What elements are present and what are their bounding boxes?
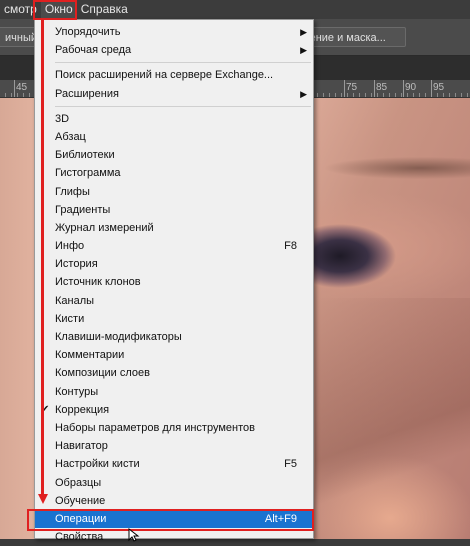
menu-item-label: Библиотеки (55, 149, 115, 162)
annotation-box-window-menu (33, 0, 77, 20)
annotation-arrow-line (41, 20, 44, 494)
window-menu-dropdown: Упорядочить ▶ Рабочая среда ▶ Поиск расш… (34, 19, 314, 543)
menu-item-info[interactable]: Инфо F8 (35, 237, 313, 255)
menu-help[interactable]: Справка (77, 0, 132, 19)
menu-separator (55, 62, 311, 64)
menu-item-libraries[interactable]: Библиотеки (35, 146, 313, 164)
menu-item-label: Упорядочить (55, 26, 121, 38)
menu-item-shortcut: F5 (284, 458, 297, 471)
menu-item-workspace[interactable]: Рабочая среда ▶ (35, 41, 313, 59)
menu-item-label: Абзац (55, 130, 86, 143)
menu-item-shortcut: F8 (284, 240, 297, 253)
menu-item-histogram[interactable]: Гистограмма (35, 164, 313, 182)
menu-item-label: Контуры (55, 385, 99, 398)
menu-item-label: Наборы параметров для инструментов (55, 421, 255, 434)
menu-item-arrange[interactable]: Упорядочить ▶ (35, 23, 313, 41)
menu-item-label: Градиенты (55, 203, 111, 216)
menu-item-label: Инфо (55, 240, 85, 253)
menu-item-modifier-keys[interactable]: Клавиши-модификаторы (35, 328, 313, 346)
menu-item-label: Глифы (55, 185, 90, 198)
ruler-major-tick (431, 80, 432, 97)
ruler-tick: 90 (405, 82, 417, 93)
menu-item-label: История (55, 258, 98, 271)
menu-item-clone-source[interactable]: Источник клонов (35, 273, 313, 291)
annotation-arrow-head (37, 494, 48, 504)
menu-item-label: Образцы (55, 476, 102, 489)
menu-item-brush-settings[interactable]: Настройки кисти F5 (35, 455, 313, 473)
menu-item-label: Каналы (55, 294, 95, 307)
menu-item-label: Композиции слоев (55, 367, 150, 380)
menu-item-label: Комментарии (55, 349, 125, 362)
ruler-major-tick (14, 80, 15, 97)
menu-item-label: Рабочая среда (55, 44, 132, 57)
menu-separator (55, 105, 311, 107)
menu-item-history[interactable]: История (35, 255, 313, 273)
photo-eye (300, 208, 470, 298)
submenu-arrow-icon: ▶ (300, 45, 307, 56)
menu-item-brushes[interactable]: Кисти (35, 310, 313, 328)
mouse-cursor-icon (128, 528, 140, 542)
ruler-tick: 85 (376, 82, 388, 93)
menu-item-label: Поиск расширений на сервере Exchange... (55, 69, 274, 82)
menu-item-layer-comps[interactable]: Композиции слоев (35, 364, 313, 382)
menu-item-extensions[interactable]: Расширения ▶ (35, 85, 313, 103)
menu-item-label: Свойства (55, 531, 104, 544)
menu-item-gradients[interactable]: Градиенты (35, 201, 313, 219)
ruler-major-tick (374, 80, 375, 97)
mode-select[interactable]: ичный (0, 27, 36, 47)
menu-item-measurement-log[interactable]: Журнал измерений (35, 219, 313, 237)
menu-item-label: Расширения (55, 87, 119, 100)
menu-item-label: Обучение (55, 494, 106, 507)
ruler-major-tick (344, 80, 345, 97)
ruler-major-tick (403, 80, 404, 97)
menu-item-glyphs[interactable]: Глифы (35, 183, 313, 201)
menu-item-learn[interactable]: Обучение (35, 492, 313, 510)
menu-item-navigator[interactable]: Навигатор (35, 437, 313, 455)
menu-item-label: Источник клонов (55, 276, 141, 289)
menu-item-3d[interactable]: 3D (35, 110, 313, 128)
menu-item-label: 3D (55, 112, 70, 125)
menu-item-label: Гистограмма (55, 167, 121, 180)
menu-item-adjustments[interactable]: ✔ Коррекция (35, 401, 313, 419)
submenu-arrow-icon: ▶ (300, 27, 307, 37)
annotation-box-actions (27, 509, 314, 531)
photo-shadow (315, 298, 470, 539)
ruler-tick: 95 (433, 82, 445, 93)
menu-item-exchange[interactable]: Поиск расширений на сервере Exchange... (35, 66, 313, 84)
menu-item-swatches[interactable]: Образцы (35, 474, 313, 492)
submenu-arrow-icon: ▶ (300, 88, 307, 99)
menu-item-label: Кисти (55, 312, 85, 325)
menu-item-tool-presets[interactable]: Наборы параметров для инструментов (35, 419, 313, 437)
menu-item-label: Навигатор (55, 440, 108, 453)
photo-eyebrow (300, 148, 470, 188)
menu-item-notes[interactable]: Комментарии (35, 346, 313, 364)
menu-item-paths[interactable]: Контуры (35, 383, 313, 401)
ruler-tick: 45 (16, 82, 28, 93)
menu-item-paragraph[interactable]: Абзац (35, 128, 313, 146)
menu-item-label: Настройки кисти (55, 458, 140, 471)
menu-item-label: Клавиши-модификаторы (55, 331, 182, 343)
menu-item-channels[interactable]: Каналы (35, 292, 313, 310)
menu-item-label: Журнал измерений (55, 221, 154, 234)
ruler-tick: 75 (346, 82, 358, 93)
menu-item-label: Коррекция (55, 403, 110, 416)
